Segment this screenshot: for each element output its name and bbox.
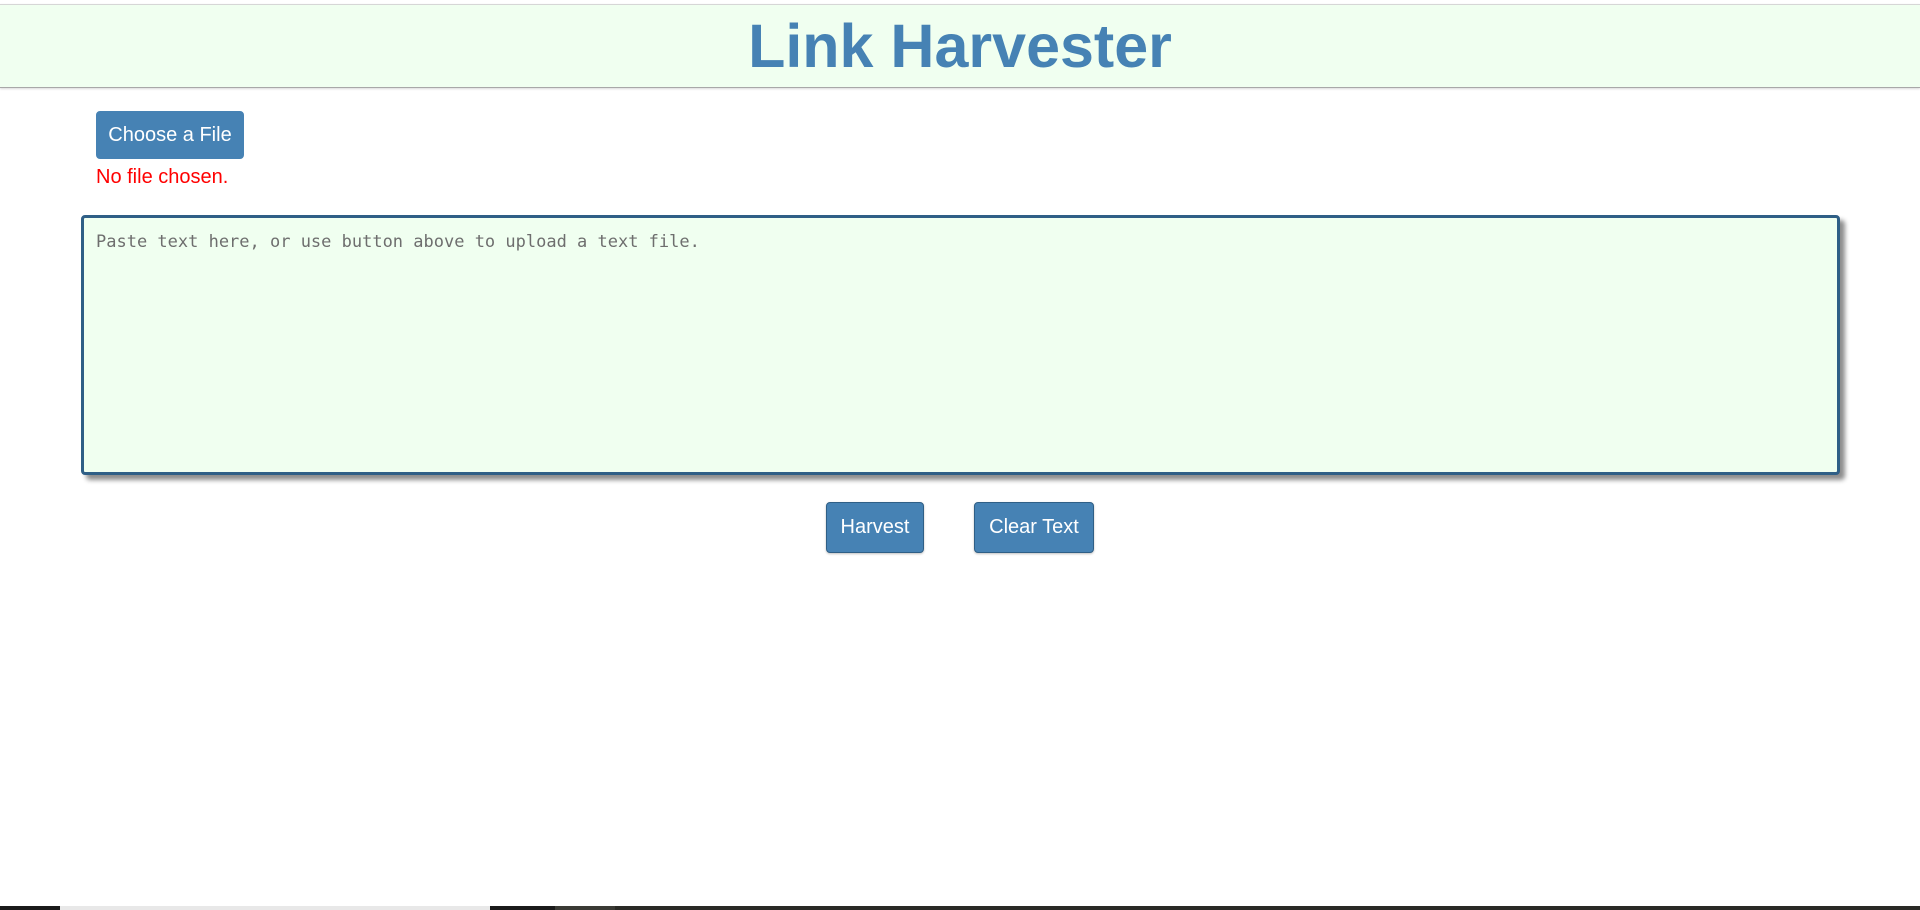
taskbar-strip	[0, 906, 1920, 910]
paste-text-input[interactable]	[81, 215, 1840, 475]
choose-file-button[interactable]: Choose a File	[96, 111, 244, 159]
taskbar-segment	[555, 906, 615, 910]
page-title: Link Harvester	[748, 12, 1172, 80]
clear-text-button[interactable]: Clear Text	[974, 502, 1094, 553]
harvest-button[interactable]: Harvest	[826, 502, 924, 553]
taskbar-window-segment	[60, 906, 490, 910]
file-status-text: No file chosen.	[96, 166, 229, 188]
taskbar-segment	[615, 906, 1920, 910]
page-header: Link Harvester	[0, 4, 1920, 88]
